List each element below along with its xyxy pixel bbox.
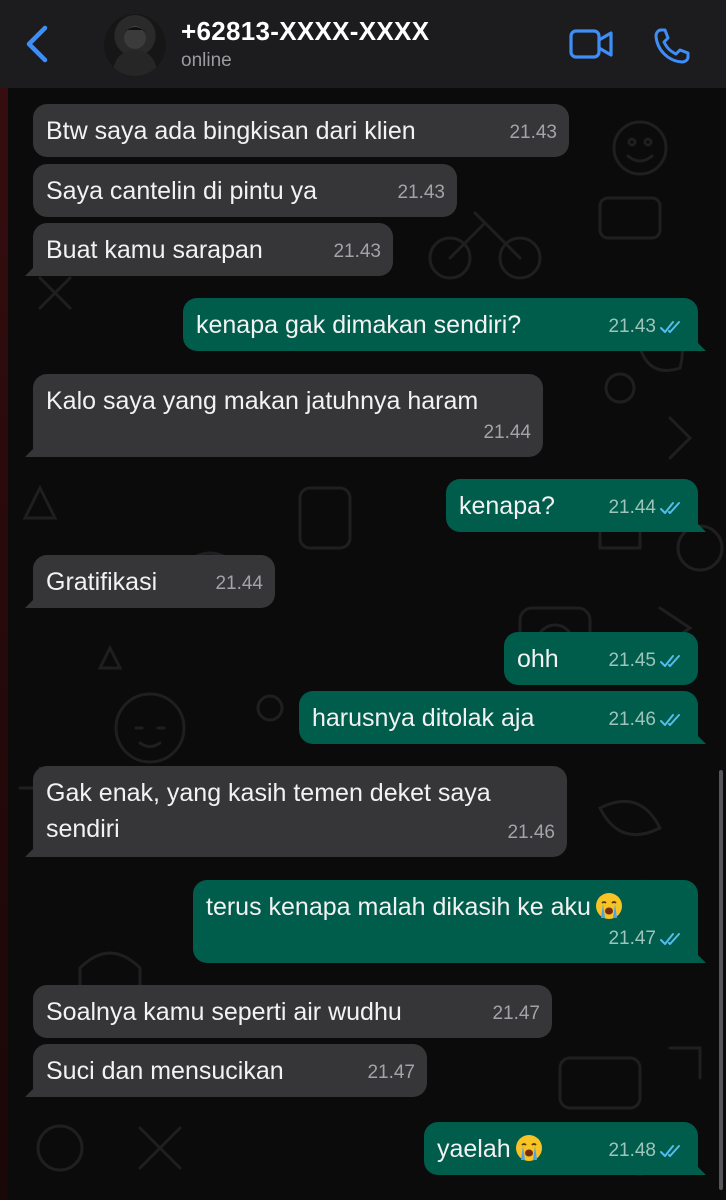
- double-check-read-icon: [660, 502, 680, 514]
- double-check-read-icon: [660, 714, 680, 726]
- video-camera-icon: [569, 29, 613, 59]
- message-time: 21.45: [608, 650, 656, 671]
- message-meta: 21.47: [367, 1055, 415, 1091]
- message-text: terus kenapa malah dikasih ke aku: [206, 889, 685, 925]
- message-time: 21.47: [367, 1062, 415, 1083]
- double-check-read-icon: [660, 321, 680, 333]
- contact-status: online: [181, 50, 232, 71]
- message-text: Gak enak, yang kasih temen deket saya se…: [46, 779, 498, 843]
- message-meta: 21.43: [608, 309, 686, 345]
- message-meta: 21.47: [492, 996, 540, 1032]
- message-time: 21.47: [608, 928, 656, 949]
- message-time: 21.47: [492, 1003, 540, 1024]
- message-bubble-outgoing[interactable]: ohh 21.45: [504, 632, 698, 685]
- double-check-read-icon: [660, 933, 680, 945]
- message-bubble-incoming[interactable]: Btw saya ada bingkisan dari klien 21.43: [33, 104, 569, 157]
- back-button[interactable]: [20, 22, 54, 66]
- chat-area[interactable]: Btw saya ada bingkisan dari klien 21.43 …: [0, 88, 726, 1200]
- message-bubble-outgoing[interactable]: kenapa gak dimakan sendiri? 21.43: [183, 298, 706, 351]
- bubble-tail: [692, 949, 706, 963]
- message-meta: 21.43: [397, 175, 445, 211]
- bubble-tail: [25, 594, 39, 608]
- message-bubble-incoming[interactable]: Saya cantelin di pintu ya 21.43: [33, 164, 457, 217]
- avatar[interactable]: [104, 14, 166, 76]
- message-meta: 21.44: [215, 566, 263, 602]
- bubble-tail: [25, 843, 39, 857]
- avatar-image: [112, 27, 158, 76]
- bubble-tail: [692, 337, 706, 351]
- message-meta: 21.48: [608, 1133, 686, 1169]
- chat-header: +62813-XXXX-XXXX online: [0, 0, 726, 88]
- message-meta: 21.46: [608, 702, 686, 738]
- message-text-content: yaelah: [437, 1135, 511, 1163]
- message-time: 21.44: [483, 422, 531, 443]
- message-time: 21.43: [509, 122, 557, 143]
- message-bubble-incoming[interactable]: Kalo saya yang makan jatuhnya haram 21.4…: [25, 374, 543, 457]
- message-bubble-incoming[interactable]: Suci dan mensucikan 21.47: [25, 1044, 427, 1097]
- message-bubble-incoming[interactable]: Buat kamu sarapan 21.43: [25, 223, 393, 276]
- contact-name[interactable]: +62813-XXXX-XXXX: [181, 16, 429, 47]
- bubble-tail: [692, 518, 706, 532]
- bubble-tail: [25, 262, 39, 276]
- message-time: 21.43: [608, 316, 656, 337]
- chevron-left-icon: [26, 25, 48, 63]
- message-bubble-outgoing[interactable]: harusnya ditolak aja 21.46: [299, 691, 706, 744]
- message-time: 21.46: [608, 709, 656, 730]
- message-text: Btw saya ada bingkisan dari klien: [46, 117, 416, 145]
- message-meta: 21.43: [333, 234, 381, 270]
- bubble-tail: [25, 443, 39, 457]
- phone-icon: [654, 28, 690, 64]
- window-edge: [0, 0, 8, 1200]
- message-bubble-incoming[interactable]: Gak enak, yang kasih temen deket saya se…: [25, 766, 567, 857]
- message-text: Saya cantelin di pintu ya: [46, 177, 318, 205]
- loudly-crying-face-icon: [515, 1135, 542, 1161]
- message-text: Buat kamu sarapan: [46, 236, 263, 264]
- message-text: Kalo saya yang makan jatuhnya haram: [46, 387, 479, 415]
- voice-call-button[interactable]: [652, 26, 692, 66]
- message-time: 21.43: [333, 241, 381, 262]
- message-text-content: terus kenapa malah dikasih ke aku: [206, 893, 591, 921]
- loudly-crying-face-icon: [595, 893, 622, 919]
- message-time: 21.44: [215, 573, 263, 594]
- message-time: 21.48: [608, 1140, 656, 1161]
- message-time: 21.43: [397, 182, 445, 203]
- message-meta: 21.45: [608, 643, 686, 679]
- double-check-read-icon: [660, 1145, 680, 1157]
- message-bubble-incoming[interactable]: Soalnya kamu seperti air wudhu 21.47: [33, 985, 552, 1038]
- message-time: 21.44: [608, 497, 656, 518]
- video-call-button[interactable]: [568, 26, 614, 62]
- double-check-read-icon: [660, 655, 680, 667]
- bubble-tail: [692, 1161, 706, 1175]
- message-bubble-outgoing[interactable]: terus kenapa malah dikasih ke aku 21.47: [193, 880, 706, 963]
- message-time: 21.46: [507, 822, 555, 843]
- bubble-tail: [692, 730, 706, 744]
- message-bubble-outgoing[interactable]: yaelah 21.48: [424, 1122, 706, 1175]
- message-meta: 21.47: [608, 921, 686, 957]
- message-bubble-incoming[interactable]: Gratifikasi 21.44: [25, 555, 275, 608]
- bubble-tail: [25, 1083, 39, 1097]
- message-text: Soalnya kamu seperti air wudhu: [46, 998, 402, 1026]
- message-meta: 21.44: [608, 490, 686, 526]
- message-text: Suci dan mensucikan: [46, 1057, 284, 1085]
- message-bubble-outgoing[interactable]: kenapa? 21.44: [446, 479, 706, 532]
- message-meta: 21.43: [509, 115, 557, 151]
- chat-scrollbar[interactable]: [719, 770, 723, 1190]
- message-meta: 21.44: [483, 415, 531, 451]
- message-meta: 21.46: [507, 815, 555, 851]
